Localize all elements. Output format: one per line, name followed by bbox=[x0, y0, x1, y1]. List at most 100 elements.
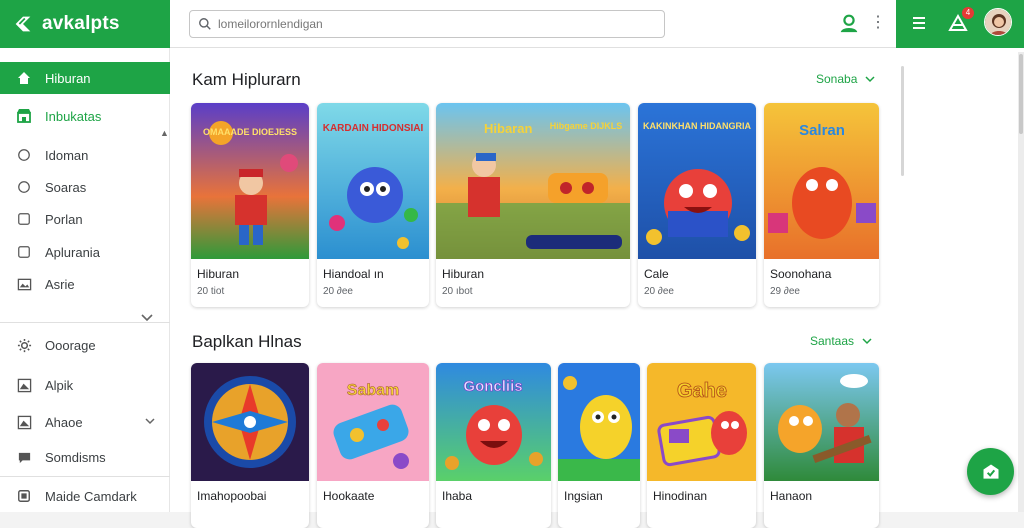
section-title: Baplkan Hlnas bbox=[192, 332, 302, 351]
notification-badge: 4 bbox=[962, 7, 974, 19]
card-meta: 29 ∂ee bbox=[770, 286, 800, 297]
sidebar-item-label: Maide Camdark bbox=[45, 488, 137, 504]
gear-icon bbox=[16, 337, 32, 353]
sidebar-item-label: Inbukatas bbox=[45, 108, 102, 124]
thumb-title: OMAAADE DIOEJESS bbox=[203, 127, 297, 137]
game-thumbnail: Goncliis bbox=[436, 363, 551, 481]
game-thumbnail bbox=[191, 363, 309, 481]
sidebar-item-porlan[interactable]: Porlan bbox=[0, 203, 170, 235]
sidebar-item-label: Soaras bbox=[45, 179, 87, 195]
picture-icon bbox=[16, 414, 32, 430]
sidebar-item-ooorage[interactable]: Ooorage bbox=[0, 329, 170, 361]
search-icon bbox=[199, 18, 211, 30]
card-title: Hanaon bbox=[770, 489, 813, 503]
game-card[interactable]: Imahopoobai bbox=[191, 363, 309, 528]
circle-icon bbox=[16, 179, 32, 195]
card-title: Hiburan bbox=[442, 267, 485, 281]
game-thumbnail: Hibaran Hibgame DIJKLS bbox=[436, 103, 630, 259]
sidebar-item-label: Somdisms bbox=[45, 449, 106, 465]
thumb-title: Salran bbox=[799, 122, 845, 139]
chevron-down-icon bbox=[862, 338, 872, 345]
sidebar-item-label: Hiburan bbox=[45, 70, 91, 86]
brand-name: avkalpts bbox=[42, 13, 120, 34]
section-title: Kam Hiplurarn bbox=[192, 70, 301, 89]
sidebar-item-label: Ahaoe bbox=[45, 414, 83, 430]
logo-icon bbox=[15, 16, 31, 32]
sidebar-item-hiburan[interactable]: Hiburan bbox=[0, 62, 170, 94]
card-title: Hiburan bbox=[197, 267, 240, 281]
home-icon bbox=[16, 70, 32, 86]
sidebar-item-inbukatas[interactable]: Inbukatas bbox=[0, 100, 170, 132]
chevron-down-icon bbox=[865, 76, 875, 83]
game-thumbnail: KAKINKHAN HIDANGRIA bbox=[638, 103, 756, 259]
card-meta: 20 ∂ee bbox=[644, 286, 674, 297]
avatar[interactable] bbox=[984, 8, 1012, 36]
sidebar-divider bbox=[0, 476, 170, 477]
game-thumbnail: Gahe bbox=[647, 363, 756, 481]
sidebar-divider bbox=[0, 322, 170, 323]
game-card[interactable]: Sabam Hookaate bbox=[317, 363, 429, 528]
game-thumbnail: KARDAIN HIDONSIAI bbox=[317, 103, 429, 259]
card-meta: 20 ıbot bbox=[442, 286, 473, 297]
card-title: Hookaate bbox=[323, 489, 375, 503]
see-all-label: Santaas bbox=[810, 334, 855, 348]
store-icon bbox=[16, 108, 32, 124]
game-card[interactable]: Goncliis Ihaba bbox=[436, 363, 551, 528]
sidebar-item-label: Asrie bbox=[45, 276, 75, 292]
sidebar-item-label: Aplurania bbox=[45, 244, 100, 260]
card-title: Hinodinan bbox=[653, 489, 708, 503]
search-input[interactable] bbox=[218, 17, 638, 31]
inner-scrollbar[interactable] bbox=[901, 66, 904, 176]
picture-icon bbox=[16, 377, 32, 393]
game-thumbnail bbox=[558, 363, 640, 481]
sidebar-item-asrie[interactable]: Asrie bbox=[0, 268, 170, 300]
game-card[interactable]: KARDAIN HIDONSIAI Hiandoal ın 20 ∂ee bbox=[317, 103, 429, 307]
game-card[interactable]: Hibaran Hibgame DIJKLS Hiburan 20 ıbot bbox=[436, 103, 630, 307]
thumb-title: Goncliis bbox=[463, 378, 522, 395]
picture-icon bbox=[16, 276, 32, 292]
sidebar-item-alpik[interactable]: Alpik bbox=[0, 369, 170, 401]
game-card[interactable]: OMAAADE DIOEJESS Hiburan 20 tiot bbox=[191, 103, 309, 307]
game-card[interactable]: Hanaon bbox=[764, 363, 879, 528]
see-all-link[interactable]: Sonaba bbox=[816, 72, 875, 86]
inbox-check-icon bbox=[983, 464, 998, 479]
sidebar-item-idoman[interactable]: Idoman bbox=[0, 139, 170, 171]
square-icon bbox=[16, 244, 32, 260]
sidebar-item-aplurania[interactable]: Aplurania bbox=[0, 236, 170, 268]
floating-action-button[interactable] bbox=[967, 448, 1014, 495]
game-thumbnail bbox=[764, 363, 879, 481]
more-vert-icon[interactable]: ⋮ bbox=[870, 13, 886, 33]
game-card[interactable]: Salran Soonohana 29 ∂ee bbox=[764, 103, 879, 307]
thumb-title: Gahe bbox=[677, 380, 727, 402]
account-icon[interactable] bbox=[838, 12, 860, 34]
thumb-title: Sabam bbox=[347, 382, 399, 399]
card-meta: 20 ∂ee bbox=[323, 286, 353, 297]
game-thumbnail: Salran bbox=[764, 103, 879, 259]
sidebar-item-label: Ooorage bbox=[45, 337, 96, 353]
square-icon bbox=[16, 211, 32, 227]
game-card[interactable]: Gahe Hinodinan bbox=[647, 363, 756, 528]
chevron-down-icon[interactable] bbox=[144, 415, 156, 427]
card-title: Ihaba bbox=[442, 489, 473, 503]
card-title: Hiandoal ın bbox=[323, 267, 384, 281]
see-all-link[interactable]: Santaas bbox=[810, 334, 872, 348]
card-title: Soonohana bbox=[770, 267, 832, 281]
search-bar[interactable] bbox=[189, 10, 665, 38]
sidebar-item-somdisms[interactable]: Somdisms bbox=[0, 441, 170, 473]
game-card[interactable]: KAKINKHAN HIDANGRIA Cale 20 ∂ee bbox=[638, 103, 756, 307]
thumb-title: Hibaran bbox=[484, 121, 532, 136]
thumb-title: KARDAIN HIDONSIAI bbox=[323, 123, 424, 134]
thumb-title: KAKINKHAN HIDANGRIA bbox=[643, 121, 751, 131]
game-thumbnail: OMAAADE DIOEJESS bbox=[191, 103, 309, 259]
caret-up-icon[interactable]: ▲ bbox=[160, 128, 169, 138]
game-card[interactable]: Ingsian bbox=[558, 363, 640, 528]
chevron-down-icon[interactable] bbox=[140, 310, 154, 322]
page-scrollbar-thumb[interactable] bbox=[1019, 54, 1023, 134]
card-title: Ingsian bbox=[564, 489, 603, 503]
menu-icon[interactable] bbox=[912, 14, 926, 32]
sidebar-item-maide-camdark[interactable]: Maide Camdark bbox=[0, 480, 170, 512]
brand-logo[interactable]: avkalpts bbox=[0, 0, 170, 48]
sidebar-item-ahaoe[interactable]: Ahaoe bbox=[0, 406, 170, 438]
sidebar-item-soaras[interactable]: Soaras bbox=[0, 171, 170, 203]
sidebar-item-label: Idoman bbox=[45, 147, 89, 163]
